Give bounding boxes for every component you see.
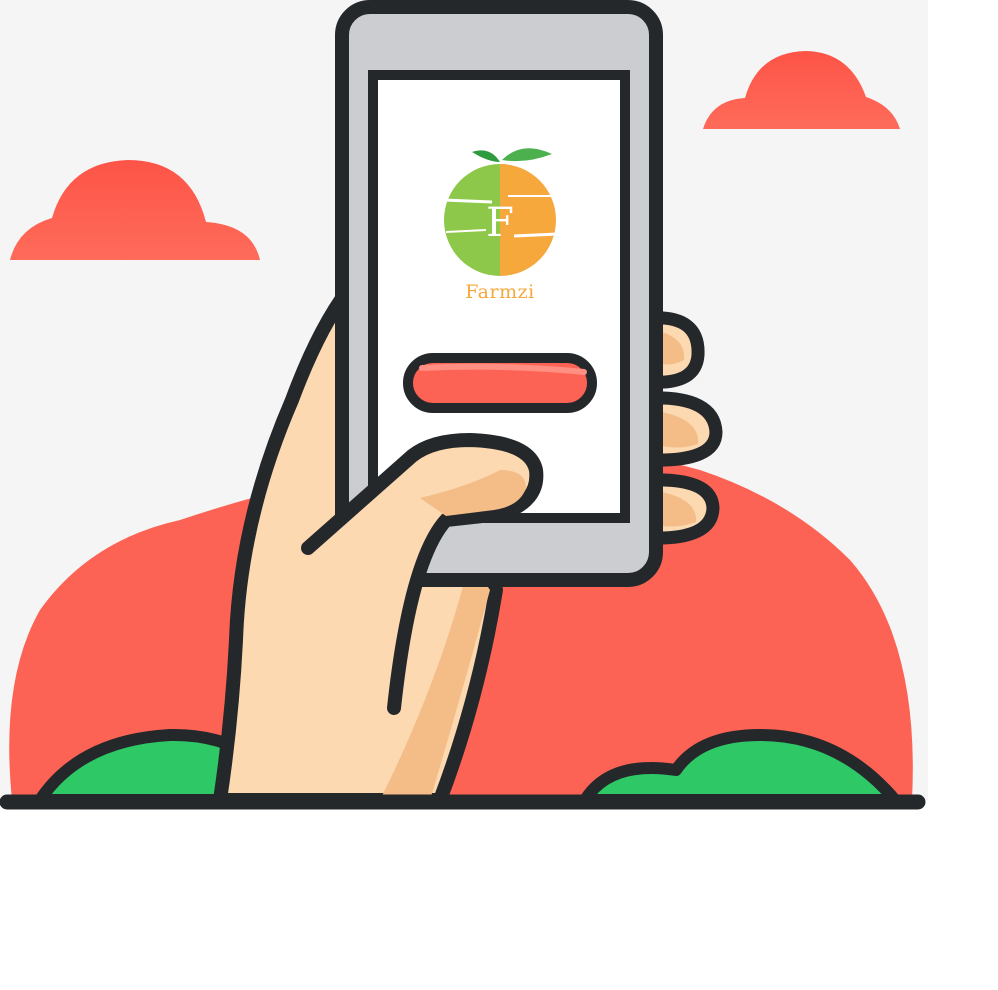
phone-in-hand-illustration: F xyxy=(0,0,926,810)
logo-letter: F xyxy=(486,200,514,246)
illustration-stage: F Farmzi xyxy=(0,0,998,990)
brand-name-label: Farmzi xyxy=(465,281,535,303)
cloud-right xyxy=(703,51,900,129)
cloud-left xyxy=(10,160,260,260)
